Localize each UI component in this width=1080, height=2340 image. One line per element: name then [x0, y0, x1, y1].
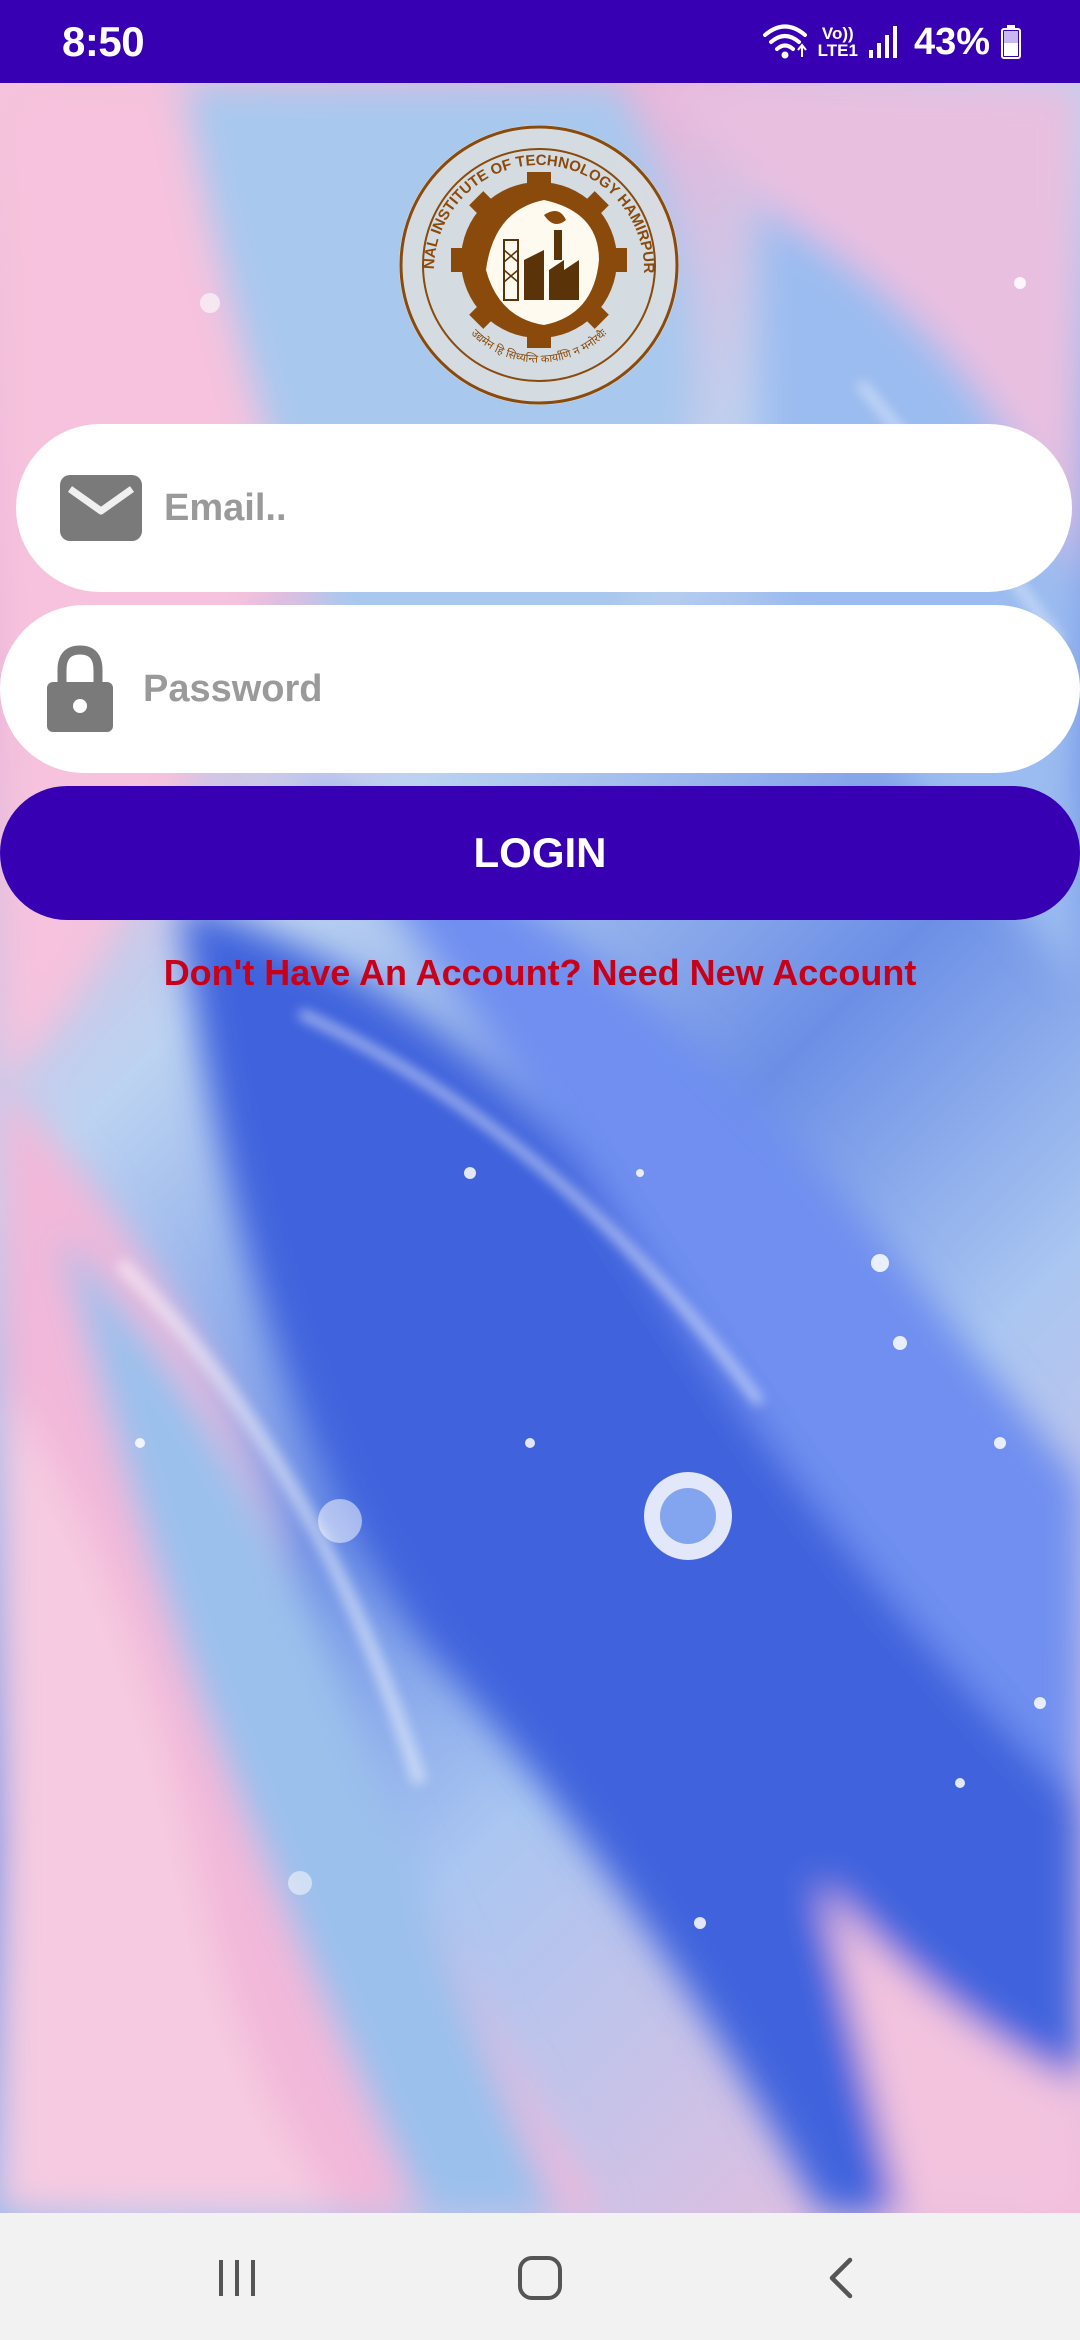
email-field[interactable] [16, 424, 1072, 592]
login-button[interactable]: LOGIN [0, 786, 1080, 920]
status-bar: 8:50 Vo)) LTE1 43% [0, 0, 1080, 83]
recent-apps-button[interactable] [197, 2243, 277, 2313]
battery-icon [1001, 25, 1021, 59]
signal-icon [868, 26, 897, 58]
lock-icon [47, 645, 113, 732]
email-input[interactable] [164, 424, 1072, 592]
volte-label: Vo)) [821, 24, 854, 43]
recent-apps-icon [219, 2260, 255, 2296]
back-button[interactable] [801, 2243, 881, 2313]
login-screen: 8:50 Vo)) LTE1 43% NAL INSTITUTE OF TECH… [0, 0, 1080, 2340]
wifi-icon [762, 24, 807, 59]
battery-percent: 43% [913, 20, 990, 63]
navigation-bar [0, 2213, 1080, 2340]
back-icon [829, 2257, 853, 2299]
password-field[interactable] [0, 605, 1080, 773]
signup-link[interactable]: Don't Have An Account? Need New Account [0, 952, 1080, 994]
home-icon [518, 2256, 562, 2300]
password-input[interactable] [143, 605, 1080, 773]
nith-logo: NATIONAL INSTITUTE OF TECHNOLOGY HAMIRPU… [394, 120, 679, 405]
status-time: 8:50 [62, 18, 145, 65]
home-button[interactable] [500, 2243, 580, 2313]
status-icons: Vo)) LTE1 43% [762, 16, 1022, 68]
network-type: Vo)) LTE1 [818, 25, 858, 59]
envelope-icon [60, 475, 142, 541]
lte-label: LTE1 [817, 41, 858, 60]
